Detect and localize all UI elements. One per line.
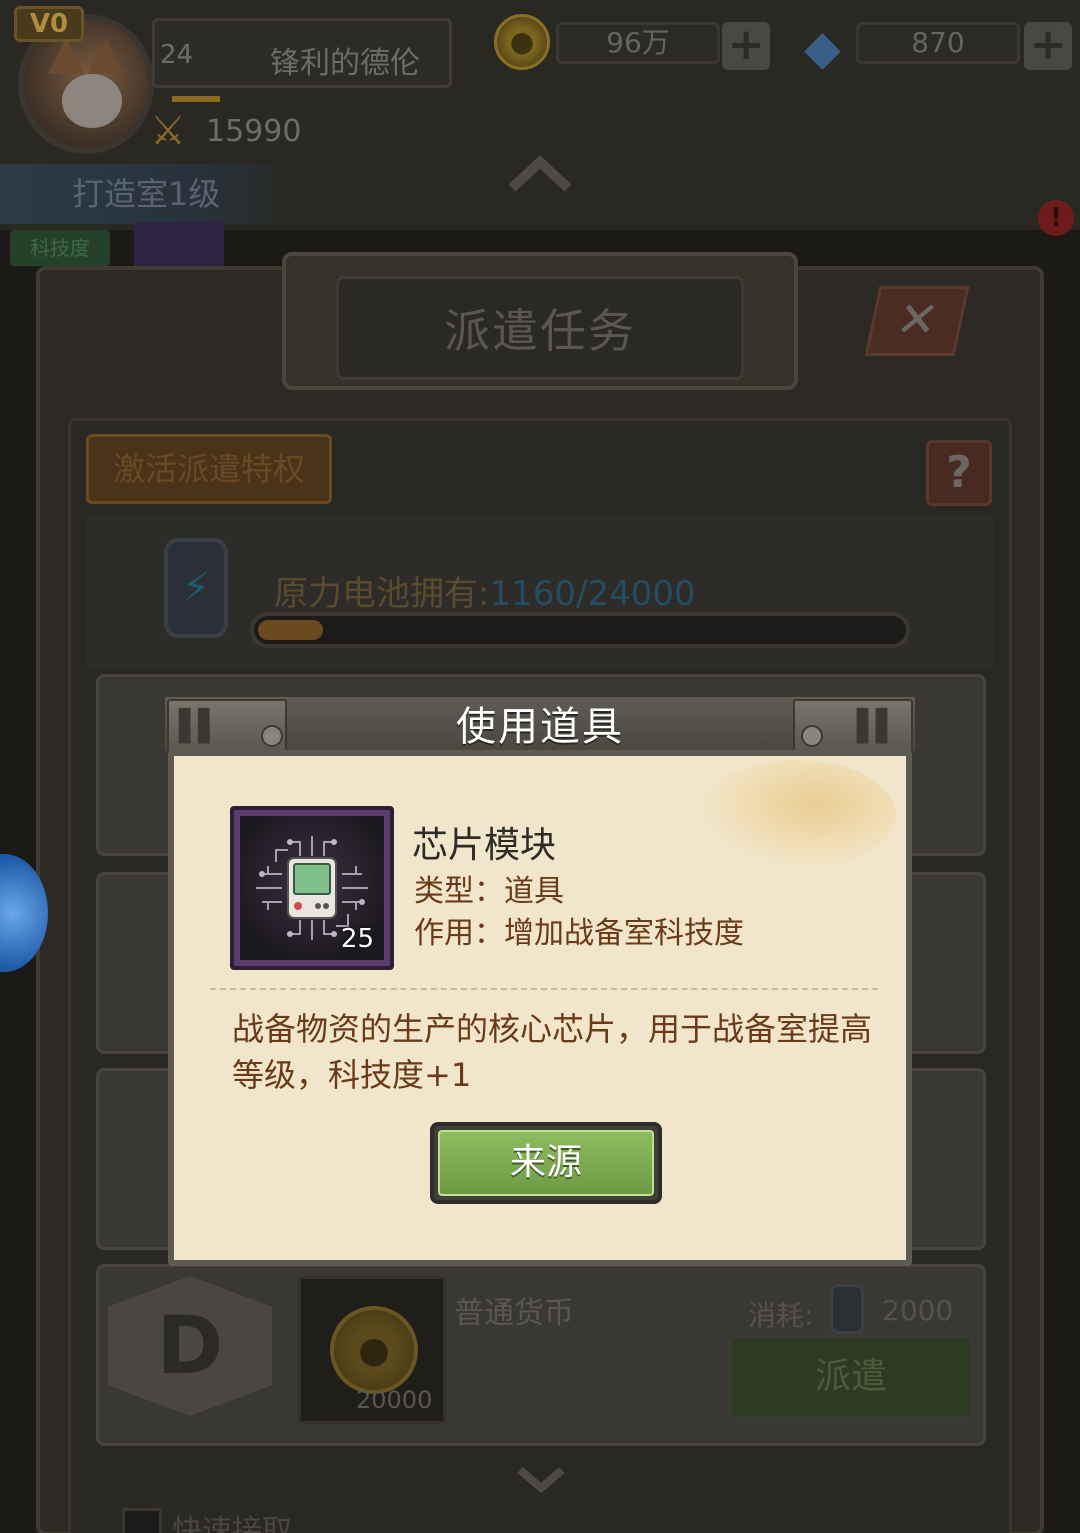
paw-coin-icon: ● — [494, 14, 550, 70]
quick-accept-checkbox[interactable] — [122, 1508, 162, 1533]
item-effect: 作用：增加战备室科技度 — [414, 916, 744, 951]
battery-progress-bar — [250, 612, 910, 648]
item-icon-frame: 25 — [230, 806, 394, 970]
activate-privilege-button[interactable]: 激活派遣特权 — [86, 434, 332, 504]
coin-balance: 96万 — [556, 22, 720, 64]
combat-power: 15990 — [206, 114, 302, 149]
alert-icon[interactable]: ! — [1038, 200, 1074, 236]
paint-splat-decoration — [696, 760, 896, 870]
mission-reward-name: 普通货币 — [454, 1296, 574, 1331]
cost-label: 消耗: — [748, 1299, 814, 1332]
battery-label-text: 原力电池拥有: — [274, 574, 490, 614]
dialog-body: 25 芯片模块 类型：道具 作用：增加战备室科技度 战备物资的生产的核心芯片，用… — [168, 750, 912, 1266]
paw-coin-icon: ● — [330, 1306, 418, 1394]
use-item-dialog: ▌▌ ▌▌ 使用道具 25 芯片模块 类型：道具 作用：增加战备室科技度 战备物… — [162, 694, 918, 1268]
source-button-label: 来源 — [438, 1130, 654, 1196]
reward-count: 20000 — [356, 1386, 433, 1414]
avatar-face — [62, 74, 122, 128]
source-button[interactable]: 来源 — [430, 1122, 662, 1204]
item-type: 类型：道具 — [414, 874, 564, 909]
help-button[interactable]: ? — [926, 440, 992, 506]
chevron-up-icon[interactable] — [506, 154, 574, 194]
vip-badge: V0 — [14, 6, 84, 42]
divider — [210, 988, 878, 990]
room-level-label: 打造室1级 — [0, 164, 300, 224]
battery-value: 1160/24000 — [489, 574, 696, 614]
item-description: 战备物资的生产的核心芯片，用于战备室提高等级，科技度+1 — [232, 1010, 873, 1094]
add-coins-button[interactable]: + — [722, 22, 770, 70]
dispatch-button[interactable]: 派遣 — [728, 1334, 974, 1420]
player-level: 24 — [160, 40, 194, 70]
battery-icon — [830, 1284, 864, 1334]
battery-icon: ⚡ — [164, 538, 228, 638]
avatar-ear — [88, 38, 124, 74]
add-gems-button[interactable]: + — [1024, 22, 1072, 70]
tech-tag: 科技度 — [10, 230, 110, 266]
battery-progress-fill — [258, 620, 324, 640]
avatar-ear — [48, 38, 84, 74]
item-name: 芯片模块 — [412, 825, 557, 866]
battery-label: 原力电池拥有:1160/24000 — [274, 566, 696, 615]
player-name: 锋利的德伦 — [270, 46, 420, 81]
item-count: 25 — [340, 924, 374, 954]
chevron-down-icon[interactable] — [516, 1464, 566, 1494]
cost-value: 2000 — [882, 1294, 954, 1327]
gem-balance: 870 — [856, 22, 1020, 64]
gem-icon: ◆ — [804, 20, 841, 76]
item-icon-background: 25 — [240, 816, 384, 960]
quick-accept-label: 快速接取 — [172, 1514, 292, 1533]
dialog-title: 使用道具 — [456, 704, 624, 750]
xp-bar — [172, 96, 220, 102]
close-button[interactable]: ✕ — [864, 286, 970, 356]
panel-title: 派遣任务 — [336, 276, 744, 380]
swords-icon: ⚔ — [150, 108, 186, 154]
